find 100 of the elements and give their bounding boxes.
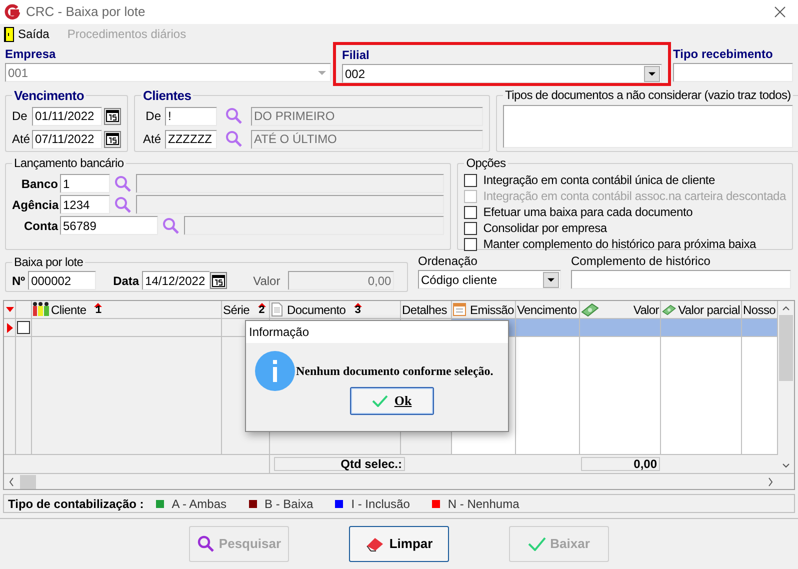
scrollbar-thumb[interactable] [20, 474, 36, 488]
client-name-field[interactable]: DO PRIMEIRO [251, 106, 483, 126]
text-field[interactable]: 000002 [28, 271, 96, 290]
field-label: Tipo recebimento [673, 46, 774, 63]
search-icon[interactable] [162, 216, 180, 234]
column-header[interactable]: Valor [580, 301, 661, 318]
window-title: CRC - Baixa por lote [26, 3, 146, 22]
group-title: Baixa por lote [13, 254, 84, 271]
footer-label: Qtd selec.: [274, 457, 405, 471]
text-field[interactable]: 0,00 [288, 271, 394, 290]
search-icon[interactable] [225, 107, 243, 125]
scrollbar-thumb[interactable] [779, 315, 793, 381]
field-label: Até [12, 131, 30, 148]
dialog-title: Informação [249, 324, 310, 341]
horizontal-scrollbar[interactable] [4, 473, 794, 489]
client-name-field[interactable]: ATÉ O ÚLTIMO [251, 130, 483, 148]
row-checkbox[interactable] [17, 321, 30, 334]
column-header[interactable]: Série 2 [222, 301, 270, 318]
legend-title: Tipo de contabilização : [8, 496, 144, 512]
calendar-button[interactable] [210, 272, 228, 289]
date-field[interactable]: 14/12/2022 [142, 271, 210, 290]
calendar-icon [212, 274, 226, 286]
column-header[interactable]: Emissão [452, 301, 516, 318]
column-header[interactable]: Detalhes [401, 301, 452, 318]
text-field[interactable]: ZZZZZZ [165, 130, 217, 148]
option-label: Integração em conta contábil única de cliente [483, 172, 716, 189]
field-label: De [12, 108, 28, 125]
column-header[interactable]: Vencimento [516, 301, 580, 318]
text-area[interactable] [503, 105, 793, 148]
field-label: Complemento de histórico [571, 253, 712, 270]
option-label: Consolidar por empresa [483, 220, 607, 237]
search-icon[interactable] [114, 174, 132, 192]
search-icon[interactable] [114, 196, 132, 214]
ok-button[interactable]: Ok [350, 387, 434, 415]
text-field[interactable] [571, 270, 791, 289]
field-label: Banco [20, 176, 58, 192]
field-label: Valor [253, 272, 280, 290]
field-label: Nº [12, 272, 26, 290]
group-title: Lançamento bancário [13, 155, 125, 172]
money-icon [581, 302, 599, 316]
exit-door-icon [4, 26, 14, 42]
column-header[interactable]: Documento 3 [270, 301, 401, 318]
text-field[interactable] [673, 63, 793, 82]
legend-label: A - Ambas [172, 496, 226, 512]
legend-label: B - Baixa [264, 496, 314, 512]
action-button[interactable]: Limpar [349, 526, 449, 562]
calendar-icon [453, 303, 466, 316]
text-field[interactable]: 56789 [60, 216, 158, 235]
sort-indicator: 3 [354, 303, 362, 316]
field-label: Até [142, 131, 161, 148]
checkbox[interactable] [464, 238, 478, 250]
checkbox[interactable] [464, 174, 478, 186]
scroll-right-icon[interactable] [766, 476, 774, 486]
checkbox[interactable] [464, 222, 478, 234]
column-header[interactable]: Cliente 1 [32, 301, 222, 318]
option-label: Efetuar uma baixa para cada documento [483, 204, 693, 221]
group-title: Tipos de documentos a não considerar (vazio traz todos) [504, 87, 792, 104]
checkbox[interactable] [464, 206, 478, 218]
dialog-message: Nenhum documento conforme seleção. [296, 363, 494, 380]
info-icon [255, 351, 295, 391]
sort-indicator: 2 [258, 303, 266, 316]
field-label: Empresa [5, 46, 57, 63]
menu-item[interactable]: Saída [4, 25, 50, 43]
option-label: Integração em conta contábil assoc.na carteira descontada [483, 188, 786, 205]
calendar-icon [106, 110, 119, 122]
calendar-icon [106, 133, 119, 145]
group-title: Clientes [142, 87, 192, 105]
sort-indicator: 1 [94, 303, 102, 316]
column-header[interactable]: Valor parcial [661, 301, 742, 318]
legend-label: I - Inclusão [351, 496, 410, 512]
field-label: Agência [12, 196, 58, 214]
scroll-left-icon[interactable] [8, 476, 16, 486]
text-field[interactable]: 1 [60, 174, 110, 193]
field-label: Data [113, 272, 140, 290]
search-icon[interactable] [225, 130, 243, 148]
text-field[interactable]: ! [165, 106, 217, 126]
group-title: Opções [465, 155, 507, 172]
company-dropdown[interactable]: 001 [5, 63, 331, 82]
field-label: Ordenação [418, 253, 478, 270]
app-logo-icon [4, 4, 20, 20]
sort-order-dropdown[interactable]: Código cliente [418, 270, 561, 289]
date-field[interactable]: 01/11/2022 [32, 106, 102, 126]
field-label: Filial [342, 47, 370, 64]
row-pointer-icon [6, 322, 12, 332]
legend-label: N - Nenhuma [448, 496, 520, 512]
option-label: Manter complemento do histórico para próxima baixa [483, 236, 756, 253]
field-label: De [144, 108, 161, 125]
group-title: Vencimento [13, 87, 85, 105]
calendar-button[interactable] [104, 108, 121, 124]
people-icon [33, 302, 49, 317]
checkmark-icon [372, 395, 388, 407]
money-icon [662, 302, 676, 316]
checkmark-icon [528, 537, 546, 551]
close-icon[interactable] [774, 6, 786, 18]
branch-dropdown[interactable]: 002 [342, 64, 662, 83]
calendar-button[interactable] [104, 130, 121, 148]
text-field[interactable]: 1234 [60, 195, 110, 214]
date-field[interactable]: 07/11/2022 [32, 130, 102, 148]
search-icon [196, 535, 215, 553]
eraser-icon [365, 536, 386, 552]
